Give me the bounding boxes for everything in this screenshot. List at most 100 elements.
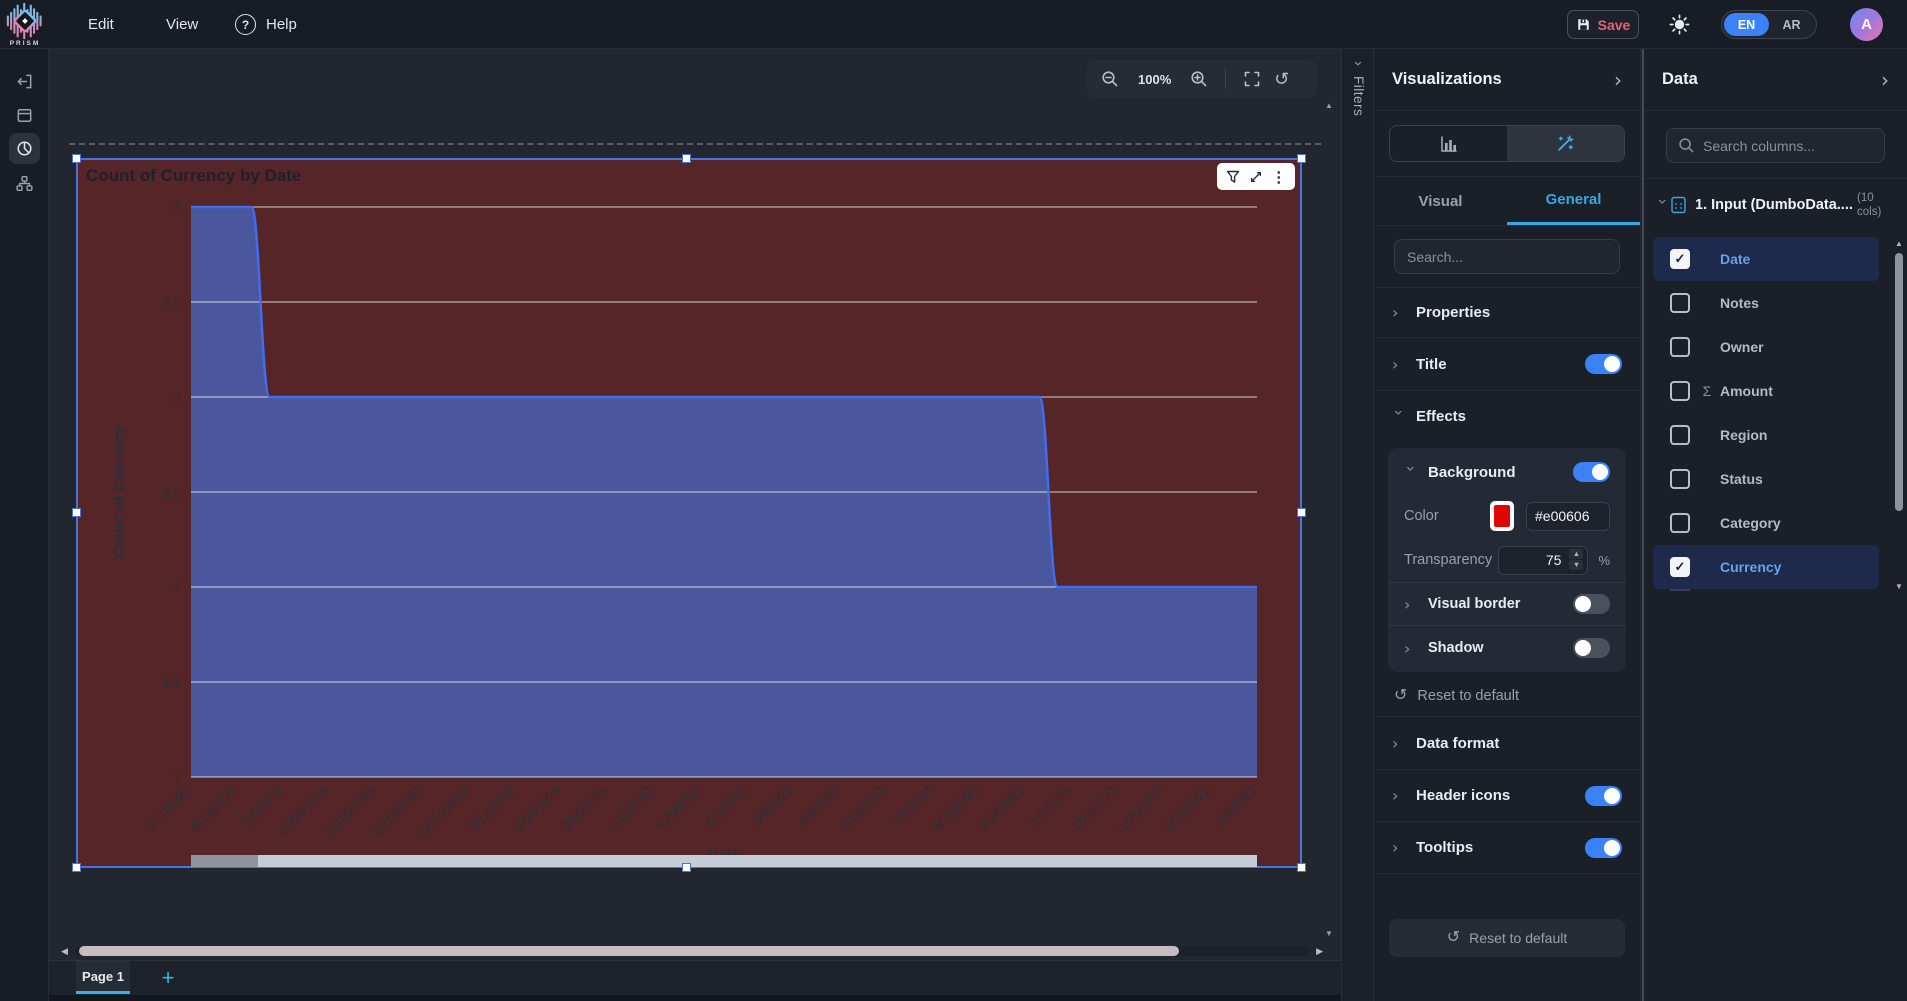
data-panel-scrollbar[interactable]: ▲ ▼ bbox=[1894, 239, 1904, 591]
field-checkbox[interactable] bbox=[1670, 425, 1690, 445]
zoom-out-icon[interactable] bbox=[1101, 70, 1119, 88]
tab-visual[interactable]: Visual bbox=[1374, 177, 1507, 225]
canvas-scroll-up-arrow[interactable]: ▲ bbox=[1325, 101, 1333, 110]
expand-icon[interactable] bbox=[1249, 170, 1263, 184]
menu-edit[interactable]: Edit bbox=[88, 0, 114, 49]
resize-handle-bottom-left[interactable] bbox=[72, 863, 81, 872]
search-columns-input[interactable] bbox=[1666, 128, 1885, 163]
header-icons-toggle[interactable] bbox=[1585, 786, 1622, 806]
more-options-icon[interactable]: ⋮ bbox=[1271, 168, 1286, 186]
resize-handle-left[interactable] bbox=[72, 508, 81, 517]
dataset-row[interactable]: › 1. Input (DumboData.... (10 cols) bbox=[1644, 179, 1907, 231]
data-field-row[interactable]: Owner bbox=[1653, 325, 1879, 369]
scrollbar-thumb[interactable] bbox=[79, 946, 1179, 956]
zoom-in-icon[interactable] bbox=[1190, 70, 1208, 88]
field-label: Status bbox=[1720, 471, 1763, 487]
data-field-row[interactable]: Category bbox=[1653, 501, 1879, 545]
section-header-icons[interactable]: › Header icons bbox=[1374, 770, 1640, 822]
theme-toggle-sun-icon[interactable] bbox=[1668, 13, 1691, 41]
data-field-row[interactable]: Status bbox=[1653, 457, 1879, 501]
resize-handle-top-left[interactable] bbox=[72, 154, 81, 163]
section-title[interactable]: › Title bbox=[1374, 338, 1640, 391]
chart-horizontal-scrollbar[interactable] bbox=[191, 855, 1257, 867]
filters-collapsed-panel[interactable]: › Filters bbox=[1341, 49, 1374, 1001]
field-checkbox[interactable] bbox=[1670, 293, 1690, 313]
lang-ar-option[interactable]: AR bbox=[1769, 18, 1814, 32]
data-field-row[interactable]: Notes bbox=[1653, 281, 1879, 325]
data-field-row[interactable]: ✓Date bbox=[1653, 237, 1879, 281]
resize-handle-top-right[interactable] bbox=[1297, 154, 1306, 163]
header-icons-label: Header icons bbox=[1416, 787, 1585, 804]
avatar[interactable]: A bbox=[1850, 8, 1883, 41]
tab-general[interactable]: General bbox=[1507, 177, 1640, 225]
section-properties[interactable]: › Properties bbox=[1374, 287, 1640, 338]
menu-help[interactable]: ? Help bbox=[235, 0, 297, 49]
canvas-horizontal-scrollbar[interactable]: ◀ ▶ bbox=[61, 945, 1323, 957]
charts-rail-item[interactable] bbox=[9, 133, 40, 164]
app-root: PRISM Edit View ? Help Save EN AR bbox=[0, 0, 1907, 1001]
field-checkbox[interactable]: ✓ bbox=[1670, 557, 1690, 577]
language-toggle[interactable]: EN AR bbox=[1721, 10, 1817, 39]
menu-view[interactable]: View bbox=[166, 0, 198, 49]
collapse-panel-chevron-icon[interactable]: › bbox=[1614, 70, 1622, 90]
hierarchy-icon[interactable] bbox=[9, 168, 40, 199]
lang-en-option[interactable]: EN bbox=[1724, 13, 1769, 36]
chevron-right-icon: › bbox=[1392, 303, 1406, 322]
chart-widget[interactable]: Count of Currency by Date ⋮ 11.522.533.5… bbox=[76, 158, 1302, 868]
section-data-format[interactable]: › Data format bbox=[1374, 717, 1640, 770]
visual-border-toggle[interactable] bbox=[1573, 594, 1610, 614]
spinner-down-icon[interactable]: ▼ bbox=[1569, 560, 1583, 570]
reset-view-icon[interactable]: ↺ bbox=[1274, 70, 1289, 88]
effects-reset-link[interactable]: ↺ Reset to default bbox=[1374, 680, 1640, 717]
fit-screen-icon[interactable] bbox=[1243, 70, 1261, 88]
search-icon bbox=[1678, 137, 1695, 154]
canvas-scroll-down-arrow[interactable]: ▼ bbox=[1325, 929, 1333, 938]
scrollbar-track[interactable] bbox=[75, 946, 1309, 956]
visual-border-row[interactable]: › Visual border bbox=[1388, 582, 1626, 626]
tooltips-toggle[interactable] bbox=[1585, 838, 1622, 858]
background-header-row[interactable]: › Background bbox=[1388, 450, 1626, 494]
data-field-row[interactable]: ΣAmount bbox=[1653, 369, 1879, 413]
scroll-left-arrow[interactable]: ◀ bbox=[61, 946, 75, 957]
dashboard-layout-icon[interactable] bbox=[9, 100, 40, 131]
shadow-toggle[interactable] bbox=[1573, 638, 1610, 658]
background-toggle[interactable] bbox=[1573, 462, 1610, 482]
prism-logo-icon[interactable]: PRISM bbox=[3, 0, 47, 49]
background-color-input[interactable] bbox=[1526, 502, 1610, 531]
field-checkbox[interactable] bbox=[1670, 381, 1690, 401]
data-field-row[interactable]: ✓Currency bbox=[1653, 545, 1879, 589]
section-effects[interactable]: › Effects bbox=[1374, 391, 1640, 442]
collapse-rail-icon[interactable] bbox=[9, 66, 40, 97]
field-checkbox[interactable]: ✓ bbox=[1670, 249, 1690, 269]
background-color-swatch[interactable] bbox=[1490, 501, 1514, 531]
page-tab-active[interactable]: Page 1 bbox=[76, 961, 130, 994]
viz-search-input[interactable] bbox=[1394, 239, 1620, 274]
collapse-panel-chevron-icon[interactable]: › bbox=[1881, 70, 1889, 90]
data-title: Data bbox=[1662, 70, 1698, 89]
section-tooltips[interactable]: › Tooltips bbox=[1374, 822, 1640, 874]
scroll-down-icon[interactable]: ▼ bbox=[1894, 582, 1904, 591]
chart-scrollbar-thumb[interactable] bbox=[191, 855, 258, 867]
smart-visuals-option[interactable] bbox=[1507, 126, 1624, 161]
resize-handle-top-center[interactable] bbox=[682, 154, 691, 163]
field-checkbox[interactable] bbox=[1670, 337, 1690, 357]
save-button[interactable]: Save bbox=[1567, 10, 1639, 39]
canvas[interactable]: 100% ↺ Count of Currency by Date ⋮ bbox=[49, 49, 1341, 1001]
field-checkbox[interactable] bbox=[1670, 469, 1690, 489]
title-toggle[interactable] bbox=[1585, 354, 1622, 374]
field-checkbox[interactable] bbox=[1670, 513, 1690, 533]
resize-handle-bottom-right[interactable] bbox=[1297, 863, 1306, 872]
data-field-row[interactable]: Region bbox=[1653, 413, 1879, 457]
resize-handle-bottom-center[interactable] bbox=[682, 863, 691, 872]
add-page-button[interactable]: + bbox=[153, 961, 183, 994]
filters-expand-chevron-icon[interactable]: › bbox=[1350, 61, 1367, 66]
reset-to-default-button[interactable]: ↺ Reset to default bbox=[1389, 919, 1625, 957]
spinner-up-icon[interactable]: ▲ bbox=[1569, 549, 1583, 559]
data-scrollbar-thumb[interactable] bbox=[1895, 253, 1903, 511]
standard-charts-option[interactable] bbox=[1390, 126, 1507, 161]
scroll-right-arrow[interactable]: ▶ bbox=[1309, 946, 1323, 957]
filter-icon[interactable] bbox=[1226, 170, 1240, 184]
resize-handle-right[interactable] bbox=[1297, 508, 1306, 517]
scroll-up-icon[interactable]: ▲ bbox=[1894, 239, 1904, 248]
shadow-row[interactable]: › Shadow bbox=[1388, 626, 1626, 670]
